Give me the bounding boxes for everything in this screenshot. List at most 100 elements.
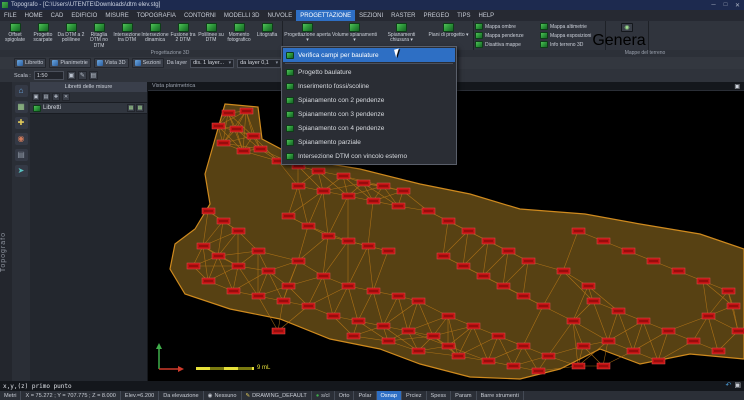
view-icon [134, 60, 141, 66]
status-toggle-prciez[interactable]: Prciez [402, 391, 427, 400]
ribbon-dropdown-tool-piani-di-progetto[interactable]: Piani di progetto ▾ [425, 22, 472, 49]
ribbon-tool-offset-spigolate[interactable]: Offset spigolate [1, 22, 29, 49]
view-toggle-label: Sezioni [142, 60, 161, 66]
status-toggle-osnap[interactable]: Osnap [376, 391, 402, 400]
view-toggle-vista-3d[interactable]: Vista 3D [93, 58, 129, 68]
menu-item-pregeo[interactable]: PREGEO [419, 10, 453, 21]
menu-item-contorni[interactable]: CONTORNI [180, 10, 220, 21]
generate-image-button[interactable]: ◉ Genera immagine [592, 22, 662, 67]
menu-separator [285, 63, 453, 64]
view-tab-label[interactable]: Vista planimetrica [152, 83, 195, 89]
menu-option-intersezione-dtm-con-vincolo-esterno[interactable]: Intersezione DTM con vincolo esterno [283, 149, 455, 163]
ribbon-tool-momento-fotografico[interactable]: Momento fotografico [225, 22, 253, 49]
menu-option-verifica-campi-per-baulature[interactable]: Verifica campi per baulature [283, 48, 455, 62]
dtm-tool-icon [37, 23, 49, 32]
minimize-button[interactable]: ─ [709, 2, 718, 9]
menu-item-raster[interactable]: RASTER [387, 10, 419, 21]
ribbon-tool-progetto-scarpate[interactable]: Progetto scarpate [29, 22, 57, 49]
view-toggle-pianimetrie[interactable]: Pianimetrie [49, 58, 91, 68]
menu-item-tips[interactable]: TIPS [453, 10, 474, 21]
toolbar-icon-2[interactable]: ▤ [88, 71, 98, 80]
close-button[interactable]: ✕ [733, 2, 742, 9]
ribbon-tool-fusione-tra-2-dtm[interactable]: Fusione tra 2 DTM [169, 22, 197, 49]
style-indicator[interactable]: ◉ Nessuno [204, 391, 242, 400]
toolbar-icon-0[interactable]: ▣ [66, 71, 76, 80]
list-icon[interactable]: ▤ [14, 149, 28, 161]
home-icon[interactable]: ⌂ [14, 85, 28, 97]
menu-option-label: Spianamento con 2 pendenze [298, 96, 385, 104]
ribbon-tool-litografia[interactable]: Litografia [253, 22, 281, 49]
menu-item-help[interactable]: HELP [475, 10, 499, 21]
panel-tool-icon-3[interactable]: ✕ [62, 93, 70, 101]
command-prompt-input[interactable]: x,y,(z) primo punto [3, 383, 723, 390]
ribbon-tool-label: Spianamenti chiusura ▾ [387, 32, 416, 44]
dtm-tool-icon [233, 23, 245, 32]
status-toggle-barre-strumenti[interactable]: Barre strumenti [477, 391, 524, 400]
grid-icon[interactable]: ▣ [734, 381, 741, 391]
menu-item-nuvole[interactable]: NUVOLE [264, 10, 297, 21]
menu-item-home[interactable]: HOME [21, 10, 47, 21]
map-tool-mappa-ombre[interactable]: Mappa ombre [475, 22, 539, 31]
menu-option-spianamento-parziale[interactable]: Spianamento parziale [283, 135, 455, 149]
menu-item-progettazione[interactable]: PROGETTAZIONE [296, 10, 356, 21]
layer-combo[interactable]: dis. 1 layer... [190, 58, 235, 68]
dtm-tool-icon [443, 23, 454, 32]
view-icon [17, 60, 23, 66]
panel-tool-icon-0[interactable]: ▣ [32, 93, 40, 101]
drawing-indicator[interactable]: ✎ DRAWING_DEFAULT [242, 391, 312, 400]
target-icon[interactable]: ◉ [14, 133, 28, 145]
status-toggle-orto[interactable]: Orto [335, 391, 355, 400]
map-tool-mappa-pendenze[interactable]: Mappa pendenze [475, 31, 539, 40]
ribbon-tool-label: Progetto scarpate [33, 32, 53, 44]
maximize-view-icon[interactable]: ▣ [734, 83, 740, 90]
layers-icon[interactable]: ▦ [14, 101, 28, 113]
toolbar-icon-1[interactable]: ✎ [77, 71, 87, 80]
map-tool-disattiva-mappe[interactable]: Disattiva mappe [475, 40, 539, 49]
layer-indicator[interactable]: ● s/cl [312, 391, 335, 400]
ribbon-tool-polilinee-su-dtm[interactable]: Polilinee su DTM [197, 22, 225, 49]
status-toggle-param[interactable]: Param [451, 391, 477, 400]
ribbon-tool-label: Volume spianamenti ▾ [331, 32, 378, 44]
scale-input[interactable]: 1:50 [33, 71, 64, 80]
undo-icon[interactable]: ↶ [726, 381, 732, 391]
ribbon-tool-intersezione-dinamica[interactable]: Intersezione dinamica [141, 22, 169, 49]
ribbon-dropdown-tool-progettazione-aperta[interactable]: Progettazione aperta ▾ [284, 22, 331, 49]
tree-action-icon-1[interactable]: ▦ [136, 104, 144, 112]
maximize-button[interactable]: □ [721, 2, 730, 9]
panel-tool-icon-2[interactable]: ✚ [52, 93, 60, 101]
add-icon[interactable]: ✚ [14, 117, 28, 129]
menu-option-inserimento-fossi-scoline[interactable]: Inserimento fossi/scoline [283, 79, 455, 93]
menu-item-file[interactable]: FILE [0, 10, 21, 21]
ribbon-dropdown-tool-volume-spianamenti[interactable]: Volume spianamenti ▾ [331, 22, 378, 49]
elevation-combo[interactable]: da layer 0,1 [237, 58, 282, 68]
status-toggle-polar[interactable]: Polar [354, 391, 377, 400]
run-icon[interactable]: ➤ [14, 165, 28, 177]
ribbon-tool-ritaglia-dtm-no-dtm[interactable]: Ritaglia DTM no DTM [85, 22, 113, 49]
menu-option-progetto-baulature[interactable]: Progetto baulature [283, 65, 455, 79]
map-tool-mappa-altimetrie[interactable]: Mappa altimetrie [540, 22, 604, 31]
menu-item-topografia[interactable]: TOPOGRAFIA [133, 10, 180, 21]
dtm-tool-icon [65, 23, 77, 32]
ribbon-tool-da-dtm-a-2-polilinee[interactable]: Da DTM a 2 polilinee [57, 22, 85, 49]
tree-item-libretti[interactable]: Libretti ▦ ▦ [30, 103, 147, 114]
view-toggle-libretto[interactable]: Libretto [14, 58, 47, 68]
status-toggle-spess[interactable]: Spess [427, 391, 452, 400]
menu-item-modelli-3d[interactable]: MODELLI 3D [220, 10, 264, 21]
dtm-tool-icon [93, 23, 105, 32]
ribbon-tool-label: Momento fotografico [227, 32, 251, 44]
menu-item-edificio[interactable]: EDIFICIO [67, 10, 101, 21]
menu-option-spianamento-con-2-pendenze[interactable]: Spianamento con 2 pendenze [283, 93, 455, 107]
view-toggle-label: Vista 3D [104, 60, 126, 66]
drawing-indicator-icon: ✎ [245, 392, 251, 399]
ribbon-tool-intersezione-tra-dtm[interactable]: Intersezione tra DTM [113, 22, 141, 49]
menu-item-misure[interactable]: MISURE [101, 10, 132, 21]
ribbon-dropdown-tool-spianamenti-chiusura[interactable]: Spianamenti chiusura ▾ [378, 22, 425, 49]
menu-option-spianamento-con-4-pendenze[interactable]: Spianamento con 4 pendenze [283, 121, 455, 135]
tree-action-icon-0[interactable]: ▦ [127, 104, 135, 112]
menu-item-sezioni[interactable]: SEZIONI [355, 10, 387, 21]
menu-option-spianamento-con-3-pendenze[interactable]: Spianamento con 3 pendenze [283, 107, 455, 121]
ribbon-tool-label: Da DTM a 2 polilinee [57, 32, 85, 44]
view-toggle-sezioni[interactable]: Sezioni [131, 58, 164, 68]
menu-item-cad[interactable]: CAD [47, 10, 68, 21]
panel-tool-icon-1[interactable]: ▤ [42, 93, 50, 101]
